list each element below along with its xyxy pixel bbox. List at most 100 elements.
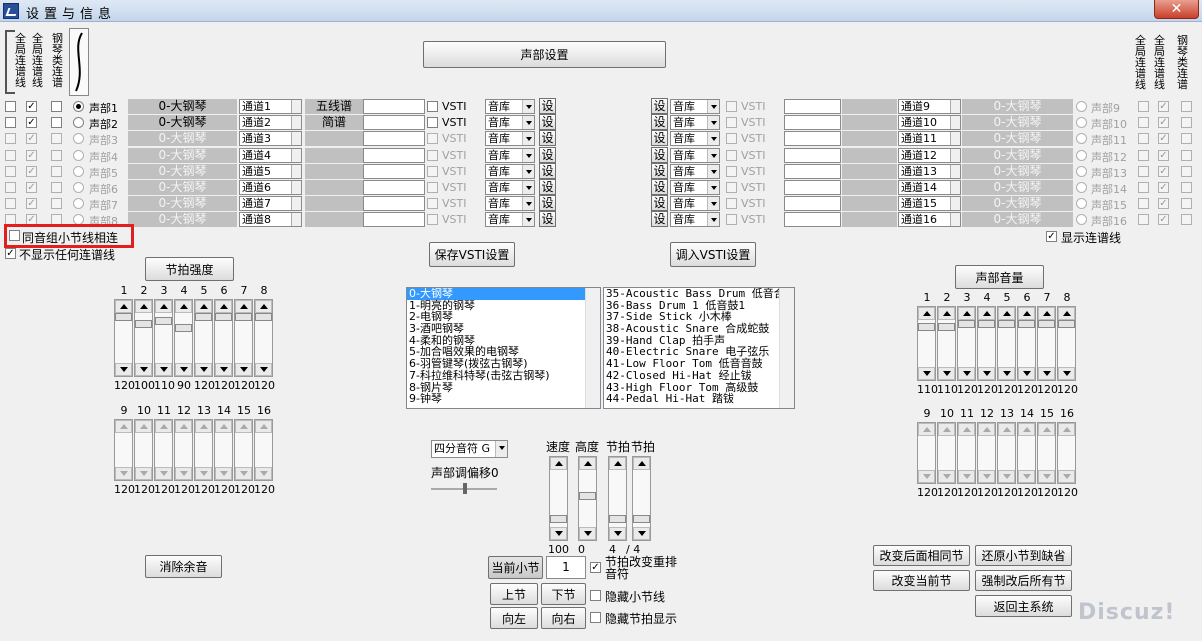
library-select[interactable]: 音库: [485, 115, 535, 131]
return-main-button[interactable]: 返回主系统: [975, 595, 1072, 617]
voice-radio[interactable]: [1076, 117, 1087, 129]
row-piano-tie-checkbox[interactable]: [1181, 117, 1192, 129]
beat-slider[interactable]: [134, 419, 153, 481]
beat-slider[interactable]: [154, 299, 173, 377]
vsti-set-button[interactable]: 设: [651, 98, 668, 114]
vsti-path-field[interactable]: [784, 163, 841, 179]
channel-field[interactable]: 通道7: [239, 196, 302, 212]
tie-icon[interactable]: [69, 28, 89, 96]
row-tie-checkbox[interactable]: [5, 133, 16, 145]
row-tie-checkbox[interactable]: [1138, 117, 1149, 129]
channel-field[interactable]: 通道3: [239, 131, 302, 147]
channel-field[interactable]: 通道15: [898, 196, 961, 212]
voice-radio[interactable]: [1076, 198, 1087, 210]
vsti-checkbox[interactable]: [726, 165, 737, 177]
volume-slider[interactable]: [937, 422, 956, 484]
voice-radio[interactable]: [73, 182, 84, 193]
channel-field[interactable]: 通道6: [239, 180, 302, 195]
channel-spin[interactable]: [291, 148, 301, 162]
instrument-field[interactable]: 0-大钢琴: [962, 147, 1073, 163]
voice-volume-button[interactable]: 声部音量: [955, 265, 1044, 289]
instrument-field[interactable]: 0-大钢琴: [962, 131, 1073, 147]
channel-field[interactable]: 通道10: [898, 115, 961, 131]
voice-radio[interactable]: [1076, 182, 1087, 193]
volume-slider[interactable]: [917, 306, 936, 381]
library-select[interactable]: 音库: [670, 147, 720, 163]
vsti-set-button[interactable]: 设: [651, 195, 668, 212]
instrument-field[interactable]: 0-大钢琴: [962, 196, 1073, 212]
current-bar-field[interactable]: 1: [546, 556, 586, 579]
vsti-checkbox[interactable]: [427, 117, 438, 129]
change-current-button[interactable]: 改变当前节: [873, 570, 970, 591]
voice-radio[interactable]: [73, 117, 84, 129]
row-global-tie-checkbox[interactable]: ✓: [1158, 149, 1169, 161]
row-global-tie-checkbox[interactable]: ✓: [26, 182, 37, 193]
volume-slider[interactable]: [1017, 422, 1036, 484]
row-global-tie-checkbox[interactable]: ✓: [26, 117, 37, 129]
channel-spin[interactable]: [291, 116, 301, 130]
volume-slider[interactable]: [997, 306, 1016, 381]
beat-rearrange-checkbox[interactable]: ✓: [590, 562, 601, 573]
note-select[interactable]: 四分音符 G: [431, 440, 508, 458]
load-vsti-button[interactable]: 调入VSTI设置: [670, 242, 756, 267]
row-tie-checkbox[interactable]: [5, 101, 16, 112]
drum-list-item[interactable]: 42-Closed Hi-Hat 经止钹: [604, 370, 794, 382]
vsti-set-button[interactable]: 设: [539, 179, 556, 195]
row-piano-tie-checkbox[interactable]: [1181, 133, 1192, 145]
hide-beat-checkbox[interactable]: [590, 612, 601, 623]
beat-strength-button[interactable]: 节拍强度: [145, 257, 234, 281]
channel-field[interactable]: 通道5: [239, 163, 302, 179]
channel-field[interactable]: 通道1: [239, 99, 302, 114]
vsti-set-button[interactable]: 设: [651, 130, 668, 147]
vsti-path-field[interactable]: [784, 115, 841, 131]
row-global-tie-checkbox[interactable]: ✓: [1158, 182, 1169, 193]
beat-slider[interactable]: [254, 299, 273, 377]
drum-list-item[interactable]: 38-Acoustic Snare 合成蛇鼓: [604, 323, 794, 335]
row-tie-checkbox[interactable]: [1138, 214, 1149, 226]
vsti-checkbox[interactable]: [427, 133, 438, 145]
row-tie-checkbox[interactable]: [1138, 182, 1149, 193]
row-tie-checkbox[interactable]: [1138, 101, 1149, 112]
beat-den-slider[interactable]: [632, 456, 651, 541]
library-select[interactable]: 音库: [485, 131, 535, 147]
vsti-path-field[interactable]: [784, 212, 841, 228]
vsti-checkbox[interactable]: [427, 101, 438, 112]
volume-slider[interactable]: [997, 422, 1016, 484]
row-global-tie-checkbox[interactable]: ✓: [1158, 214, 1169, 226]
restore-bar-button[interactable]: 还原小节到缺省: [975, 545, 1072, 566]
library-select[interactable]: 音库: [670, 180, 720, 195]
save-vsti-button[interactable]: 保存VSTI设置: [429, 242, 515, 267]
vsti-set-button[interactable]: 设: [651, 114, 668, 131]
library-select[interactable]: 音库: [485, 99, 535, 114]
drum-list-item[interactable]: 44-Pedal Hi-Hat 踏钹: [604, 393, 794, 405]
speed-slider[interactable]: [549, 456, 568, 541]
channel-field[interactable]: 通道13: [898, 163, 961, 179]
instrument-field[interactable]: 0-大钢琴: [128, 180, 237, 195]
channel-field[interactable]: 通道12: [898, 147, 961, 163]
voice-radio[interactable]: [1076, 133, 1087, 145]
vsti-path-field[interactable]: [784, 196, 841, 212]
volume-slider[interactable]: [1037, 306, 1056, 381]
channel-spin[interactable]: [291, 181, 301, 194]
vsti-checkbox[interactable]: [427, 198, 438, 210]
row-global-tie-checkbox[interactable]: ✓: [1158, 198, 1169, 210]
row-piano-tie-checkbox[interactable]: [1181, 165, 1192, 177]
instrument-list-item[interactable]: 9-钟琴: [407, 393, 600, 405]
instrument-list-item[interactable]: 3-酒吧钢琴: [407, 323, 600, 335]
show-tie-checkbox[interactable]: ✓: [1046, 231, 1057, 242]
channel-spin[interactable]: [291, 164, 301, 178]
beat-num-slider[interactable]: [608, 456, 627, 541]
channel-spin[interactable]: [291, 213, 301, 227]
voice-radio[interactable]: [73, 133, 84, 145]
library-select[interactable]: 音库: [670, 131, 720, 147]
vsti-path-field[interactable]: [363, 196, 425, 212]
library-select[interactable]: 音库: [670, 99, 720, 114]
voice-radio[interactable]: [73, 165, 84, 177]
instrument-list-item[interactable]: 0-大钢琴: [407, 288, 600, 300]
move-left-button[interactable]: 向左: [490, 607, 538, 629]
beat-slider[interactable]: [134, 299, 153, 377]
same-group-bar-checkbox[interactable]: [9, 230, 20, 241]
close-button[interactable]: ✕: [1154, 0, 1199, 19]
vsti-checkbox[interactable]: [726, 182, 737, 193]
instrument-field[interactable]: 0-大钢琴: [128, 147, 237, 163]
